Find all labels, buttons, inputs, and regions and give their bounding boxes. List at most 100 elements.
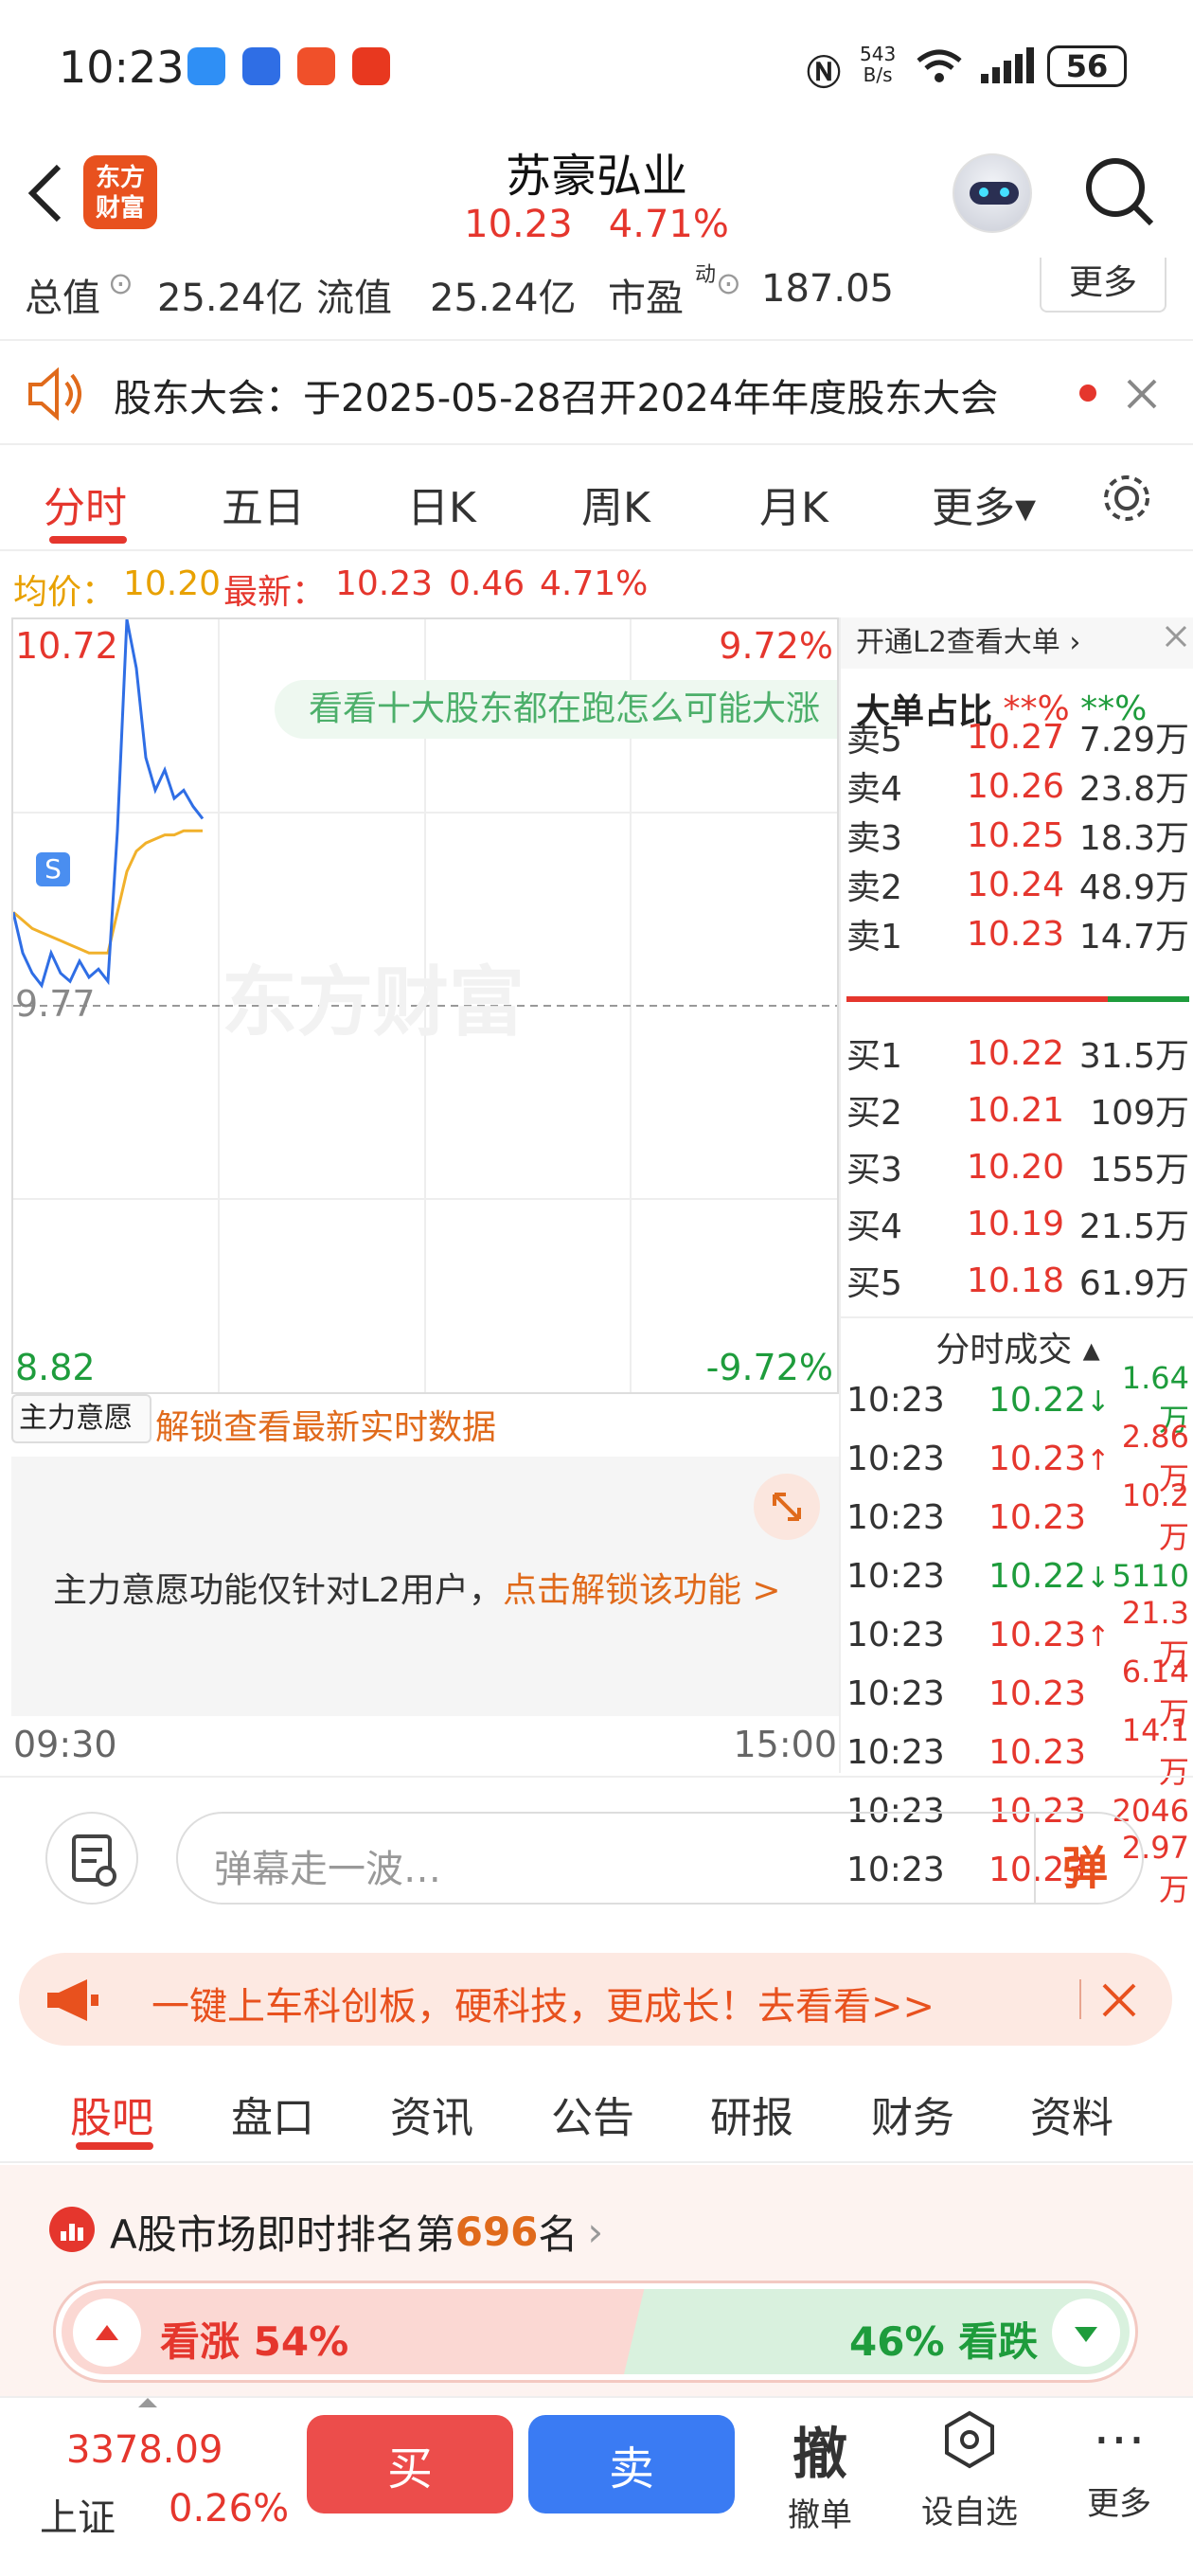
settings-gear-icon[interactable] <box>1098 470 1155 527</box>
pe-info-icon[interactable]: ⊙ <box>716 265 741 301</box>
shopping-app-icon <box>352 47 390 85</box>
tab-more[interactable]: 更多▾ <box>932 474 1036 534</box>
expand-icon[interactable] <box>754 1474 820 1540</box>
trade-price: 10.22↓ <box>988 1381 1112 1420</box>
index-pct[interactable]: 0.26% <box>169 2487 289 2531</box>
bid-row[interactable]: 买4 10.19 21.5万 <box>846 1199 1189 1248</box>
ask-price: 10.25 <box>966 815 1064 855</box>
bid-row[interactable]: 买2 10.21 109万 <box>846 1085 1189 1135</box>
bid-label: 买3 <box>846 1151 902 1190</box>
tab-pankou[interactable]: 盘口 <box>231 2084 314 2144</box>
bull-bar[interactable] <box>62 2289 658 2374</box>
trade-row: 10:23 10.23↑ 21.3万 <box>846 1595 1189 1673</box>
main-force-select[interactable]: 主力意愿 ▾ <box>11 1394 151 1480</box>
close-banner-icon[interactable] <box>1100 1981 1138 2019</box>
trade-time: 10:23 <box>846 1673 945 1713</box>
ask-row[interactable]: 卖4 10.26 23.8万 <box>846 761 1189 811</box>
unlock-realtime-link[interactable]: 解锁查看最新实时数据 <box>155 1400 496 1449</box>
sell-button[interactable]: 卖 <box>528 2415 735 2513</box>
info-icon[interactable]: ⊙ <box>108 265 134 301</box>
tab-daily-k[interactable]: 日K <box>407 474 476 534</box>
trade-time: 10:23 <box>846 1439 945 1478</box>
bid-row[interactable]: 买1 10.22 31.5万 <box>846 1029 1189 1078</box>
promo-pill[interactable]: 看看十大股东都在跑怎么可能大涨 <box>275 680 837 739</box>
message-app-icon <box>187 47 225 85</box>
pe-label: 市盈 <box>608 277 684 320</box>
close-icon[interactable] <box>1125 377 1159 411</box>
unread-dot <box>1079 385 1096 402</box>
banner-text: 一键上车科创板，硬科技，更成长！去看看>> <box>151 1985 935 2029</box>
status-time: 10:23 <box>59 42 185 93</box>
tab-announcements[interactable]: 公告 <box>551 2084 634 2144</box>
bear-down-icon[interactable] <box>1052 2299 1120 2367</box>
more-stats-button[interactable]: 更多 <box>1040 258 1166 313</box>
promo-banner[interactable]: 一键上车科创板，硬科技，更成长！去看看>> <box>19 1953 1172 2046</box>
tab-five-day[interactable]: 五日 <box>222 474 305 534</box>
buy-button[interactable]: 买 <box>307 2415 513 2513</box>
price-summary-line: 均价： 10.20 最新： 10.23 0.46 4.71% <box>13 564 649 612</box>
bid-price: 10.19 <box>966 1204 1064 1243</box>
cancel-icon: 撤 <box>792 2422 847 2486</box>
price-line <box>13 619 205 989</box>
active-tab-indicator <box>49 536 127 544</box>
tab-news[interactable]: 资讯 <box>390 2084 473 2144</box>
tab-research[interactable]: 研报 <box>710 2084 793 2144</box>
tab-weekly-k[interactable]: 周K <box>581 474 650 534</box>
trade-direction-icon: ↓ <box>1086 1385 1111 1419</box>
ranking-section: A股市场即时排名第 696 名 › 看涨 54% 46% 看跌 <box>0 2165 1193 2402</box>
total-cap-label: 总值 <box>25 277 100 320</box>
pe-superscript: 动 <box>695 263 717 287</box>
trade-price: 10.23 <box>988 1498 1112 1537</box>
search-icon[interactable] <box>1081 153 1157 229</box>
more-label: 更多 <box>1087 2485 1151 2523</box>
intraday-chart[interactable]: 东方财富 看看十大股东都在跑怎么可能大涨 10.72 9.72% 9.77 8.… <box>11 617 839 1394</box>
cancel-order-button[interactable]: 撤 撤单 <box>763 2409 877 2535</box>
ask-row[interactable]: 卖2 10.24 48.9万 <box>846 860 1189 909</box>
bid-row[interactable]: 买3 10.20 155万 <box>846 1142 1189 1191</box>
ask-row[interactable]: 卖3 10.25 18.3万 <box>846 811 1189 860</box>
sell-signal-marker[interactable]: S <box>36 852 70 886</box>
ranking-link[interactable]: A股市场即时排名第 696 名 › <box>110 2203 603 2261</box>
tab-monthly-k[interactable]: 月K <box>759 474 828 534</box>
tab-profile[interactable]: 资料 <box>1030 2084 1113 2144</box>
ask-volume: 48.9万 <box>1078 868 1189 907</box>
ask-row[interactable]: 卖5 10.27 7.29万 <box>846 712 1189 761</box>
signal-icon <box>981 47 1034 83</box>
danmu-send-button[interactable]: 弹 <box>1062 1831 1108 1897</box>
robot-assistant-icon[interactable] <box>953 153 1032 233</box>
bid-row[interactable]: 买5 10.18 61.9万 <box>846 1256 1189 1305</box>
index-collapse-icon[interactable] <box>138 2398 157 2407</box>
trade-time: 10:23 <box>846 1556 945 1596</box>
float-cap-label: 流值 <box>316 277 392 320</box>
ask-price: 10.23 <box>966 914 1064 954</box>
add-watchlist-button[interactable]: 设自选 <box>913 2409 1026 2532</box>
unlock-feature-link[interactable]: 点击解锁该功能 > <box>503 1571 781 1610</box>
ask-label: 卖3 <box>846 819 902 858</box>
more-button[interactable]: ⋯ 更多 <box>1062 2409 1176 2524</box>
comment-settings-icon[interactable] <box>45 1812 138 1905</box>
tab-finance[interactable]: 财务 <box>871 2084 954 2144</box>
trade-price-value: 10.23 <box>988 1439 1087 1478</box>
tab-guba[interactable]: 股吧 <box>70 2084 153 2144</box>
net-speed: 543 B/s <box>860 43 897 86</box>
megaphone-icon <box>47 1979 98 2021</box>
l2-upgrade-link[interactable]: 开通L2查看大单 › <box>841 617 1193 669</box>
notice-bar[interactable]: 股东大会：于2025-05-28召开2024年年度股东大会 <box>0 339 1193 445</box>
index-value[interactable]: 3378.09 <box>66 2428 223 2472</box>
tab-intraday[interactable]: 分时 <box>44 474 127 534</box>
ask-volume: 7.29万 <box>1078 721 1189 760</box>
high-pct-label: 9.72% <box>719 625 833 667</box>
wifi-icon <box>917 49 962 82</box>
news-app-icon <box>297 47 335 85</box>
pe-value: 187.05 <box>761 267 894 311</box>
trade-time: 10:23 <box>846 1497 945 1537</box>
close-l2-icon[interactable] <box>1163 623 1189 650</box>
ask-row[interactable]: 卖1 10.23 14.7万 <box>846 909 1189 958</box>
start-time-label: 09:30 <box>13 1724 117 1765</box>
index-name[interactable]: 上证 <box>40 2487 116 2542</box>
comment-input[interactable]: 弹幕走一波… 弹 <box>176 1812 1144 1905</box>
watermark: 东方财富 <box>222 958 525 1046</box>
bid-volume: 21.5万 <box>1078 1208 1189 1246</box>
bull-up-icon[interactable] <box>73 2299 141 2367</box>
low-price-label: 8.82 <box>15 1347 96 1388</box>
